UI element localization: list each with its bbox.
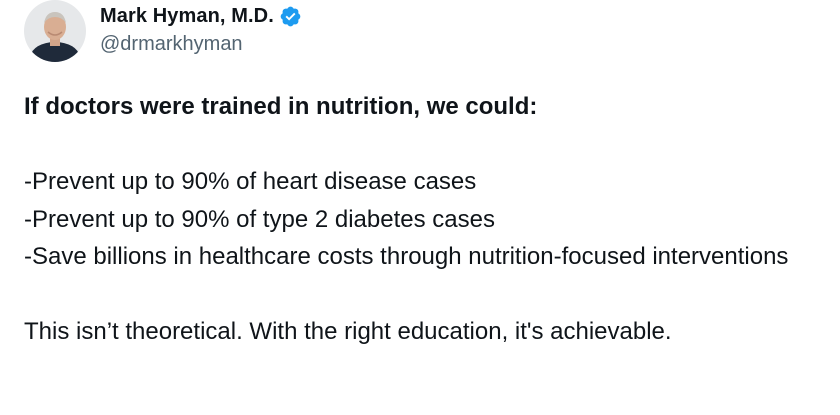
author-name[interactable]: Mark Hyman, M.D. [100,5,274,28]
verified-badge-icon [279,5,302,28]
tweet-closing: This isn’t theoretical. With the right e… [24,318,672,345]
avatar[interactable] [24,0,86,62]
author-handle[interactable]: @drmarkhyman [100,33,243,56]
tweet-headline: If doctors were trained in nutrition, we… [24,93,538,120]
avatar-photo-icon [24,0,86,62]
tweet-card: Mark Hyman, M.D. @drmarkhyman If doctors… [0,0,840,415]
tweet-text: If doctors were trained in nutrition, we… [24,88,824,351]
tweet-point-diabetes: -Prevent up to 90% of type 2 diabetes ca… [24,205,495,233]
author-name-row[interactable]: Mark Hyman, M.D. [100,2,302,30]
tweet-point-healthcare-costs: -Save billions in healthcare costs throu… [24,243,789,270]
tweet-point-heart-disease: -Prevent up to 90% of heart disease case… [24,168,477,195]
